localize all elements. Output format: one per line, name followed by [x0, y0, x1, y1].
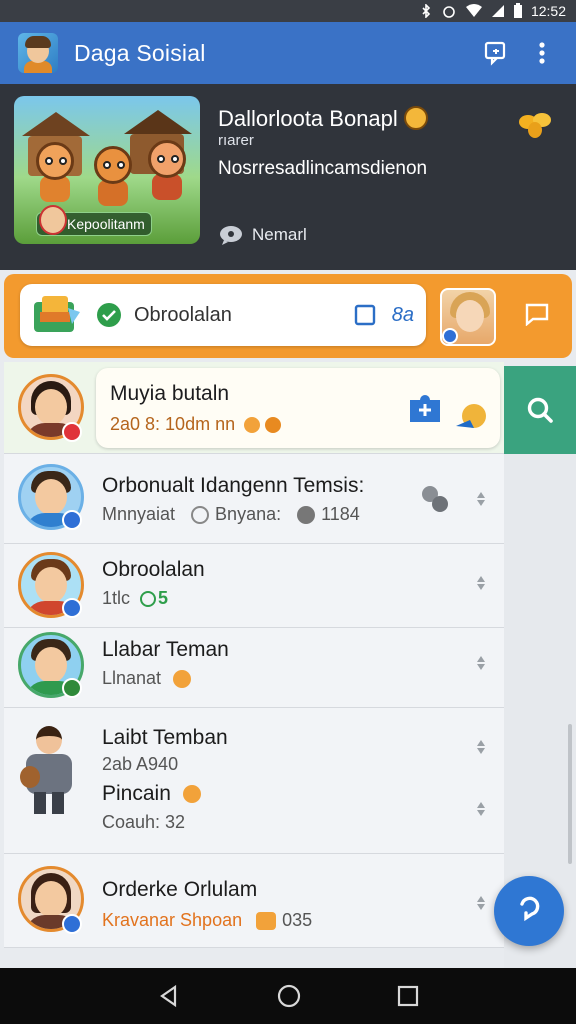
add-puzzle-icon[interactable] [404, 390, 446, 426]
app-bar: Daga Soisial [0, 22, 576, 84]
list-item[interactable]: Orbonualt Idangenn Temsis: Mnnyaiat Bnya… [4, 454, 504, 544]
navigation-bar [0, 968, 576, 1024]
back-icon[interactable] [157, 984, 181, 1008]
flag-button[interactable] [524, 302, 550, 331]
chat-icon [484, 41, 506, 66]
more-icon[interactable] [472, 654, 490, 672]
list-item-name: Orderke Orlulam [102, 878, 258, 901]
more-icon[interactable] [472, 800, 490, 818]
status-bar: 12:52 [0, 0, 576, 22]
overflow-menu-button[interactable] [522, 33, 562, 73]
bluetooth-icon [422, 4, 431, 18]
home-icon[interactable] [276, 983, 302, 1009]
search-button[interactable] [504, 366, 576, 454]
online-dot [62, 598, 82, 618]
status-pill-value: 8a [391, 303, 414, 326]
list-item-sub: 1tlc 5 [102, 588, 169, 609]
character-avatar [20, 726, 84, 816]
list-item-name: Llabar Teman [102, 638, 229, 661]
more-icon[interactable] [472, 894, 490, 912]
check-circle-icon [97, 303, 121, 327]
highlight-sub: 2a0 8: 10dm nn [110, 414, 282, 435]
wifi-icon [465, 4, 482, 17]
list-item-sub-secondary: Coauh: 32 [102, 812, 186, 832]
list-item-sub: 2ab A940 [102, 754, 179, 774]
online-dot [62, 678, 82, 698]
list-item[interactable]: Orderke Orlulam Kravanar Shpoan 035 [4, 854, 504, 948]
featured-subtitle: rıarer [218, 132, 254, 149]
list-item-sub: Llnanat [102, 668, 192, 689]
more-icon[interactable] [472, 574, 490, 592]
featured-description: Nosrresadlincamsdienon [218, 158, 428, 179]
emoji-icon[interactable] [454, 402, 488, 432]
list-item-name: Obroolalan [102, 558, 205, 581]
featured-meta: Nemarl [218, 224, 307, 246]
list-item-name: Orbonualt Idangenn Temsis: [102, 474, 365, 497]
scrollbar[interactable] [568, 724, 572, 864]
app-logo [18, 33, 58, 73]
search-icon [527, 397, 553, 423]
profile-avatar[interactable] [440, 288, 496, 346]
list-item[interactable]: Laibt Temban 2ab A940 Pincain Coauh: 32 [4, 708, 504, 854]
list-item-sub: Kravanar Shpoan 035 [102, 910, 313, 930]
signal-icon [491, 5, 504, 17]
more-icon[interactable] [472, 738, 490, 756]
flag-icon [525, 303, 549, 327]
battery-icon [513, 3, 522, 18]
conversation-list: Muyia butaln 2a0 8: 10dm nn Orbonualt Id… [4, 362, 504, 948]
online-dot [62, 510, 82, 530]
app-title: Daga Soisial [74, 39, 206, 66]
leaf-icon [519, 113, 551, 138]
featured-image: Kepoolitanm [14, 96, 200, 244]
list-item-name: Laibt Temban [102, 726, 228, 749]
favorite-leaf-button[interactable] [518, 110, 552, 145]
compose-fab[interactable] [494, 876, 564, 946]
highlight-card[interactable]: Muyia butaln 2a0 8: 10dm nn [96, 368, 500, 448]
list-item-highlighted[interactable]: Muyia butaln 2a0 8: 10dm nn [4, 362, 504, 454]
status-pill[interactable]: Obroolalan 8a [20, 284, 426, 346]
featured-title: Dallorloota Bonapl [218, 106, 428, 132]
unread-badge: 5 [140, 588, 168, 609]
document-icon [32, 294, 82, 336]
more-icon[interactable] [472, 490, 490, 508]
notification-dot [62, 422, 82, 442]
comment-icon [220, 226, 242, 245]
featured-card[interactable]: Kepoolitanm Dallorloota Bonapl rıarer No… [0, 84, 576, 270]
alarm-icon [443, 6, 455, 18]
list-item-sub: Mnnyaiat Bnyana: 1184 [102, 504, 360, 524]
online-dot [62, 914, 82, 934]
highlight-name: Muyia butaln [110, 382, 230, 405]
status-pill-label: Obroolalan [134, 303, 232, 326]
recents-icon[interactable] [397, 985, 419, 1007]
featured-image-caption: Kepoolitanm [36, 205, 152, 236]
gesture-icon[interactable] [418, 482, 452, 516]
list-item[interactable]: Llabar Teman Llnanat [4, 628, 504, 708]
list-item[interactable]: Obroolalan 1tlc 5 [4, 544, 504, 628]
coin-badge-icon [403, 106, 428, 131]
chat-bubble-icon [520, 896, 540, 922]
more-vert-icon [539, 42, 545, 64]
square-icon[interactable] [354, 304, 376, 326]
action-strip: Obroolalan 8a [4, 274, 572, 358]
status-time: 12:52 [530, 3, 566, 19]
chat-button[interactable] [476, 33, 516, 73]
list-item-name-secondary: Pincain [102, 782, 201, 806]
